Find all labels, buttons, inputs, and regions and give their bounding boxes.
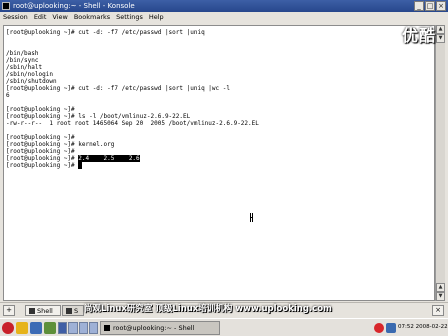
terminal-line: /sbin/nologin [6,71,53,78]
workspace-3[interactable] [78,322,88,334]
tab-shell[interactable]: Shell [25,305,61,316]
taskbar: root@uplooking:~ - Shell 07:52 2008-02-2… [0,318,448,336]
menu-session[interactable]: Session [0,12,31,23]
network-icon[interactable] [386,323,396,333]
youku-watermark: 优酷 [401,26,436,45]
close-session-button[interactable]: × [432,305,444,316]
maximize-button[interactable]: □ [425,1,435,11]
new-session-button[interactable]: + [3,305,15,316]
terminal-line: /bin/bash [6,50,39,57]
prompt: [root@uplooking ~]# [6,155,79,162]
taskbar-window-button[interactable]: root@uplooking:~ - Shell [100,321,220,335]
overlay-banner: 尚观Linux研究室 顶级Linux培训机构 www.uplooking.com [84,304,332,314]
close-button[interactable]: × [436,1,446,11]
terminal-line-selected: [root@uplooking ~]# 2.4 2.5 2.6 [6,155,140,162]
tab-shell-2[interactable]: S [62,305,84,316]
terminal-line: -rw-r--r-- 1 root root 1465064 Sep 20 20… [6,120,259,127]
menu-bookmarks[interactable]: Bookmarks [71,12,113,23]
terminal-line: /sbin/shutdown [6,78,57,85]
window-title: root@uplooking:~ - Shell - Konsole [13,2,135,10]
redhat-menu-icon[interactable] [2,322,14,334]
launcher-icon[interactable] [16,322,28,334]
menu-help[interactable]: Help [146,12,167,23]
minimize-button[interactable]: _ [414,1,424,11]
terminal-line-current: [root@uplooking ~]# [6,162,83,169]
menu-view[interactable]: View [49,12,70,23]
scroll-up-icon[interactable]: ▲ [436,25,445,34]
terminal-line: [root@uplooking ~]# [6,106,75,113]
terminal-line: [root@uplooking ~]# kernel.org [6,141,115,148]
terminal-line: /sbin/halt [6,64,43,71]
launcher-icon[interactable] [44,322,56,334]
menu-bar: Session Edit View Bookmarks Settings Hel… [0,12,448,23]
launcher-icon[interactable] [30,322,42,334]
terminal-line: [root@uplooking ~]# ls -l /boot/vmlinuz-… [6,113,191,120]
scroll-up-icon[interactable]: ▲ [436,283,445,292]
terminal-icon [29,308,35,314]
workspace-2[interactable] [68,322,78,334]
terminal-line: [root@uplooking ~]# [6,148,79,155]
terminal-line: 6 [6,92,10,99]
workspace-pager[interactable] [58,322,98,334]
terminal-line: [root@uplooking ~]# cut -d: -f7 /etc/pas… [6,85,230,92]
prompt: [root@uplooking ~]# [6,162,79,169]
scroll-down-icon[interactable]: ▼ [436,34,445,43]
menu-edit[interactable]: Edit [31,12,50,23]
terminal-app-icon[interactable] [2,2,10,10]
terminal-line: [root@uplooking ~]# [6,134,75,141]
menu-settings[interactable]: Settings [113,12,146,23]
konsole-window: root@uplooking:~ - Shell - Konsole _ □ ×… [0,0,448,318]
scroll-down-icon[interactable]: ▼ [436,292,445,301]
workspace-4[interactable] [88,322,98,334]
terminal-line: /bin/sync [6,57,39,64]
vertical-scrollbar[interactable]: ▲ ▼ ▲ ▼ [435,25,445,301]
selected-text[interactable]: 2.4 2.5 2.6 [78,155,140,162]
terminal-area[interactable]: [root@uplooking ~]# cut -d: -f7 /etc/pas… [3,25,435,301]
text-cursor [78,162,83,169]
title-bar[interactable]: root@uplooking:~ - Shell - Konsole _ □ × [0,0,448,12]
update-alert-icon[interactable] [374,323,384,333]
tab-label: Shell [37,307,53,315]
terminal-icon [66,308,72,314]
terminal-line: [root@uplooking ~]# cut -d: -f7 /etc/pas… [6,29,205,36]
ibeam-mouse-icon [250,213,253,222]
workspace-1[interactable] [58,322,68,334]
clock[interactable]: 07:52 2008-02-22 [398,319,448,336]
tab-label: S [74,307,79,315]
